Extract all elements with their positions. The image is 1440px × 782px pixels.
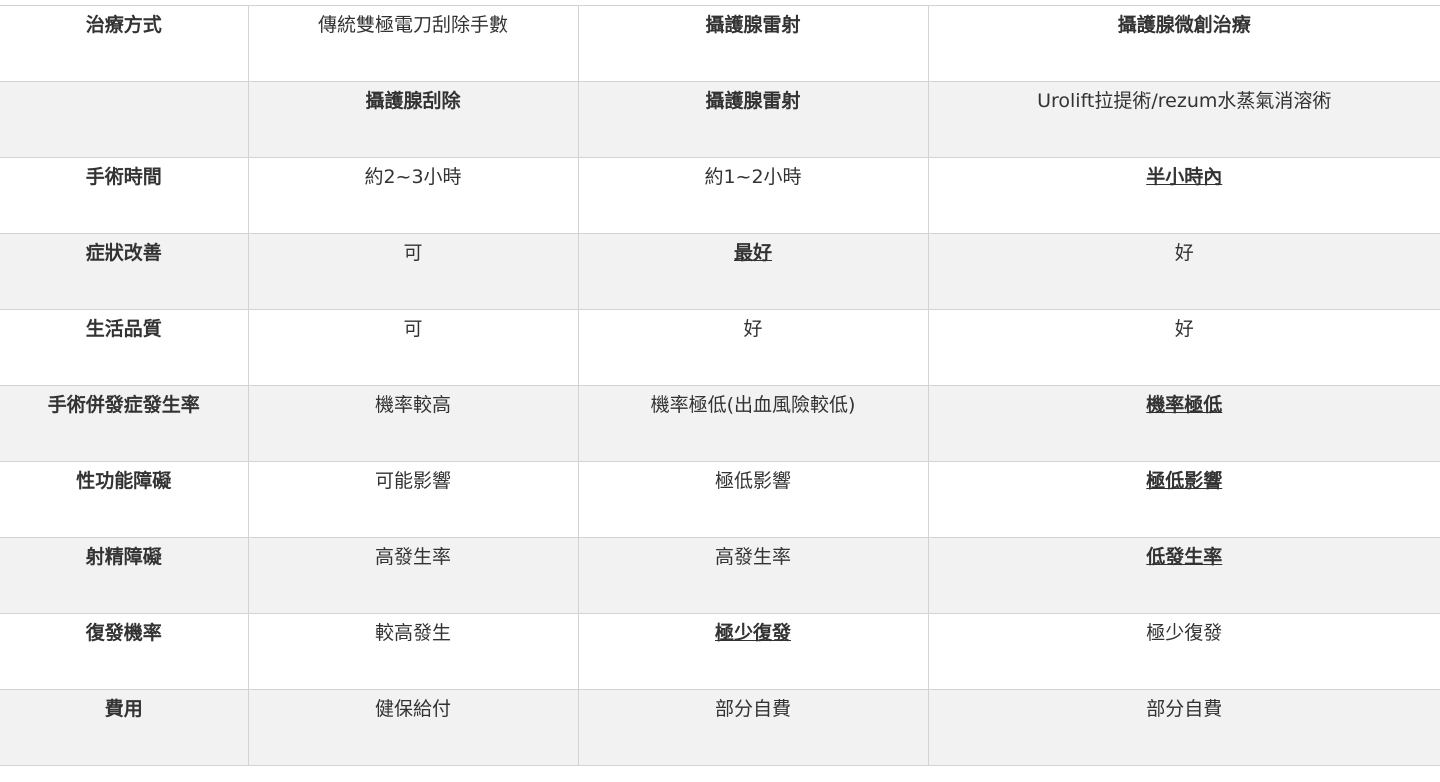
table-cell: 約2~3小時 [247,157,578,234]
table-cell: 部分自費 [577,689,928,766]
table-cell: 好 [577,309,928,386]
table-cell: 極少復發 [577,613,928,690]
cell-text: 健保給付 [374,698,451,720]
table-body: 治療方式 傳統雙極電刀刮除手數 攝護腺雷射 攝護腺微創治療 攝護腺刮除 攝護腺雷射… [0,5,1440,766]
cell-text: 極低影響 [1146,470,1223,492]
table-cell: 好 [927,309,1440,386]
table-cell: 較高發生 [247,613,578,690]
cell-text: 高發生率 [374,546,451,568]
cell-text: 極少復發 [1146,622,1223,644]
table-cell: 可 [247,233,578,310]
table-cell: 極少復發 [927,613,1440,690]
table-cell: 高發生率 [247,537,578,614]
header-cell-minimally-invasive: 攝護腺微創治療 [927,5,1440,82]
table-cell: 機率極低(出血風險較低) [577,385,928,462]
row-label-cell: 性功能障礙 [0,461,248,538]
cell-text: 約2~3小時 [364,166,462,188]
cell-text: 較高發生 [374,622,451,644]
header-cell-laser: 攝護腺雷射 [577,5,928,82]
header-cell-traditional-resection: 傳統雙極電刀刮除手數 [247,5,578,82]
cell-text: 約1~2小時 [704,166,802,188]
cell-text: 可能影響 [374,470,451,492]
cell-text: 半小時內 [1146,166,1223,188]
row-label-cell: 生活品質 [0,309,248,386]
table-cell: 部分自費 [927,689,1440,766]
cell-text: 部分自費 [1146,698,1223,720]
cell-text: 好 [1174,318,1194,340]
table-cell: 機率較高 [247,385,578,462]
cell-text: 攝護腺刮除 [365,90,461,112]
table-row: 攝護腺刮除 攝護腺雷射 Urolift拉提術/rezum水蒸氣消溶術 [0,81,1440,158]
table-cell: 低發生率 [927,537,1440,614]
table-row: 手術併發症發生率 機率較高 機率極低(出血風險較低) 機率極低 [0,385,1440,462]
table-row: 手術時間 約2~3小時 約1~2小時 半小時內 [0,157,1440,234]
row-label-cell: 復發機率 [0,613,248,690]
row-label-cell: 手術時間 [0,157,248,234]
table-row: 復發機率 較高發生 極少復發 極少復發 [0,613,1440,690]
cell-text: 可 [403,318,423,340]
table-cell: 最好 [577,233,928,310]
table-row: 性功能障礙 可能影響 極低影響 極低影響 [0,461,1440,538]
treatment-comparison-table: 治療方式 傳統雙極電刀刮除手數 攝護腺雷射 攝護腺微創治療 攝護腺刮除 攝護腺雷射… [0,5,1440,766]
table-cell: 極低影響 [577,461,928,538]
table-header-row: 治療方式 傳統雙極電刀刮除手數 攝護腺雷射 攝護腺微創治療 [0,5,1440,82]
cell-text: 高發生率 [714,546,791,568]
cell-text: 機率極低(出血風險較低) [650,394,856,416]
cell-text: 低發生率 [1146,546,1223,568]
table-cell: 機率極低 [927,385,1440,462]
row-label-cell [0,81,248,158]
row-label-cell: 射精障礙 [0,537,248,614]
cell-text: 機率較高 [374,394,451,416]
cell-text: 極低影響 [714,470,791,492]
cell-text: 極少復發 [714,622,791,644]
cell-text: 好 [1174,242,1194,264]
table-cell: 攝護腺刮除 [247,81,578,158]
table-cell: 健保給付 [247,689,578,766]
row-label-cell: 費用 [0,689,248,766]
cell-text: 可 [403,242,423,264]
table-row: 症狀改善 可 最好 好 [0,233,1440,310]
table-cell: 半小時內 [927,157,1440,234]
table-cell: 極低影響 [927,461,1440,538]
row-label-cell: 手術併發症發生率 [0,385,248,462]
table-cell: 好 [927,233,1440,310]
header-cell-treatment-method: 治療方式 [0,5,248,82]
cell-text: 攝護腺雷射 [705,90,801,112]
cell-text: 機率極低 [1146,394,1223,416]
cell-text: 好 [743,318,763,340]
table-cell: 可能影響 [247,461,578,538]
cell-text: 最好 [733,242,772,264]
table-row: 費用 健保給付 部分自費 部分自費 [0,689,1440,766]
table-cell: 攝護腺雷射 [577,81,928,158]
table-row: 射精障礙 高發生率 高發生率 低發生率 [0,537,1440,614]
table-cell: 可 [247,309,578,386]
table-cell: 高發生率 [577,537,928,614]
table-cell: 約1~2小時 [577,157,928,234]
row-label-cell: 症狀改善 [0,233,248,310]
table-cell: Urolift拉提術/rezum水蒸氣消溶術 [927,81,1440,158]
cell-text: Urolift拉提術/rezum水蒸氣消溶術 [1037,90,1332,112]
table-row: 生活品質 可 好 好 [0,309,1440,386]
cell-text: 部分自費 [714,698,791,720]
